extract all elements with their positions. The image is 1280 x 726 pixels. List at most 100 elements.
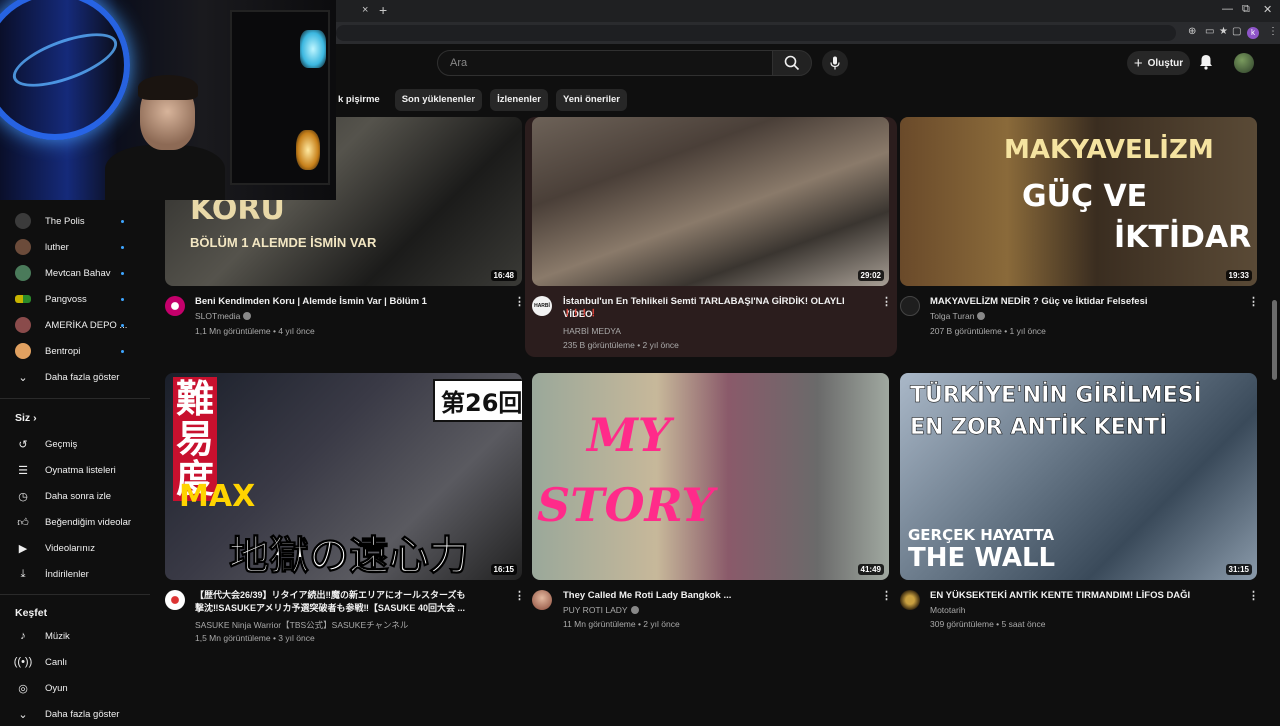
account-avatar[interactable] [1234,53,1254,73]
sidebar-sub-the-polis[interactable]: The Polis [0,209,150,233]
video-title[interactable]: EN YÜKSEKTEKİ ANTİK KENTE TIRMANDIM! LİF… [930,589,1240,602]
more-options-icon[interactable]: ⋮ [881,295,892,308]
chip-cooking[interactable]: k pişirme [334,89,387,111]
glowing-figurine [300,30,326,68]
video-title[interactable]: Beni Kendimden Koru | Alemde İsmin Var |… [195,295,505,308]
video-thumbnail[interactable]: 29:02 [532,117,889,286]
more-options-icon[interactable]: ⋮ [514,295,525,308]
video-meta: 1,1 Mn görüntüleme • 4 yıl önce [195,326,315,336]
channel-avatar[interactable] [900,296,920,316]
sidebar-item-your-videos[interactable]: ▶ Videolarınız [0,536,150,560]
video-thumbnail[interactable]: MAKYAVELİZM GÜÇ VE İKTİDAR 19:33 [900,117,1257,286]
voice-search-button[interactable] [822,50,848,76]
sidebar-item-label: Oynatma listeleri [45,464,116,476]
sidebar-item-label: Bentropi [45,345,81,357]
channel-avatar[interactable] [165,296,185,316]
video-thumbnail[interactable]: TÜRKİYE'NİN GİRİLMESİ EN ZOR ANTİK KENTİ… [900,373,1257,580]
sidebar-item-liked[interactable]: 👍︎ Beğendiğim videolar [0,510,150,534]
video-title[interactable]: 【歴代大会26/39】リタイア続出‼魔の新エリアにオールスターズも 撃沈‼SASU… [195,589,505,615]
notifications-button[interactable] [1199,54,1213,75]
sidebar-show-more[interactable]: ⌄ Daha fazla göster [0,365,150,389]
video-thumbnail[interactable]: 難易度 MAX 第26回 地獄の遠心力 16:15 [165,373,522,580]
sidebar-sub-pangvoss[interactable]: Pangvoss [0,287,150,311]
window-close-icon[interactable]: ✕ [1263,3,1272,16]
chip-recently-uploaded[interactable]: Son yüklenenler [394,89,483,111]
browser-menu-icon[interactable]: ⋮ [1268,26,1278,37]
video-title[interactable]: They Called Me Roti Lady Bangkok ... [563,589,873,602]
channel-name[interactable]: HARBİ MEDYA [563,326,621,336]
new-content-dot [121,349,124,353]
sidebar-item-gaming[interactable]: ◎ Oyun [0,676,150,700]
browser-profile-icon[interactable]: k [1247,27,1259,39]
sidebar-item-label: Canlı [45,656,68,668]
cast-icon[interactable]: ▭ [1205,26,1214,37]
sidebar-item-music[interactable]: ♪ Müzik [0,624,150,648]
thumbnail-text: MAX [179,479,256,514]
search-button[interactable] [772,50,812,76]
search-input[interactable]: Ara [437,50,773,76]
channel-name[interactable]: SASUKE Ninja Warrior【TBS公式】SASUKEチャンネル [195,619,408,631]
channel-avatar[interactable] [900,590,920,610]
create-button[interactable]: + Oluştur [1127,51,1190,75]
section-header: Keşfet [15,607,48,619]
sidebar-item-label: Daha sonra izle [45,490,112,502]
more-options-icon[interactable]: ⋮ [1248,589,1259,602]
video-title[interactable]: MAKYAVELİZM NEDİR ? Güç ve İktidar Felse… [930,295,1240,308]
sidebar-item-label: Beğendiğim videolar [45,516,132,528]
webcam-overlay [0,0,336,200]
channel-avatar [15,343,31,359]
lamp [296,130,320,170]
video-title[interactable]: İstanbul'un En Tehlikeli Semti TARLABAŞI… [563,295,875,321]
channel-name[interactable]: Mototarih [930,605,965,615]
video-thumbnail[interactable]: MY STORY 41:49 [532,373,889,580]
channel-avatar[interactable]: HARBİ MEDYA [532,296,552,316]
sidebar-item-history[interactable]: ↺ Geçmiş [0,432,150,456]
channel-avatar [15,265,31,281]
sidebar-sub-mevtcan[interactable]: Mevtcan Bahav [0,261,150,285]
duration-badge: 19:33 [1225,270,1252,281]
thumbnail-text: TÜRKİYE'NİN GİRİLMESİ [910,383,1202,409]
sidebar-item-label: Oyun [45,682,68,694]
sidebar-item-label: The Polis [45,215,85,227]
sidebar-item-watch-later[interactable]: ◷ Daha sonra izle [0,484,150,508]
sidebar-item-playlists[interactable]: ☰ Oynatma listeleri [0,458,150,482]
chip-watched[interactable]: İzlenenler [490,89,548,111]
bookmark-star-icon[interactable]: ★ [1219,26,1228,37]
video-meta: 235 B görüntüleme • 2 yıl önce [563,340,679,350]
sidebar-item-label: Daha fazla göster [45,371,120,383]
channel-name[interactable]: SLOTmedia [195,311,252,321]
channel-avatar[interactable] [165,590,185,610]
new-content-dot [121,297,124,301]
page-scrollbar[interactable] [1272,300,1277,380]
streamer-hair [138,75,198,100]
chip-new-to-you[interactable]: Yeni öneriler [555,89,627,111]
sidebar-item-label: Pangvoss [45,293,87,305]
sidebar-sub-bentropi[interactable]: Bentropi [0,339,150,363]
sidebar-item-live[interactable]: ((•)) Canlı [0,650,150,674]
sidebar-item-downloads[interactable]: ⤓ İndirilenler [0,562,150,586]
zoom-icon[interactable]: ⊕ [1188,26,1196,37]
maximize-icon[interactable]: ⧉ [1242,3,1250,16]
plus-icon: + [1133,54,1143,72]
sidebar-show-more-2[interactable]: ⌄ Daha fazla göster [0,702,150,726]
sidebar-sub-amerika-depo[interactable]: AMERİKA DEPO ... [0,313,150,337]
channel-name[interactable]: PUY ROTI LADY [563,605,639,615]
channel-avatar[interactable] [532,590,552,610]
filter-chips: k pişirme Son yüklenenler İzlenenler Yen… [334,89,627,111]
sidebar-item-label: Daha fazla göster [45,708,120,720]
minimize-icon[interactable]: — [1222,3,1233,15]
more-options-icon[interactable]: ⋮ [1248,295,1259,308]
sidebar-item-label: Geçmiş [45,438,78,450]
more-options-icon[interactable]: ⋮ [881,589,892,602]
sidebar-sub-luther[interactable]: luther [0,235,150,259]
more-options-icon[interactable]: ⋮ [514,589,525,602]
thumbnail-text: İKTİDAR [1114,220,1252,255]
new-tab-button[interactable]: + [379,2,387,18]
tab-close-icon[interactable]: × [362,4,368,16]
extensions-icon[interactable]: ▢ [1232,26,1241,37]
bell-icon [1200,55,1212,70]
sidebar-you-header[interactable]: Siz › [0,406,150,430]
duration-badge: 16:15 [490,564,517,575]
address-bar[interactable] [336,25,1176,41]
channel-name[interactable]: Tolga Turan [930,311,986,321]
